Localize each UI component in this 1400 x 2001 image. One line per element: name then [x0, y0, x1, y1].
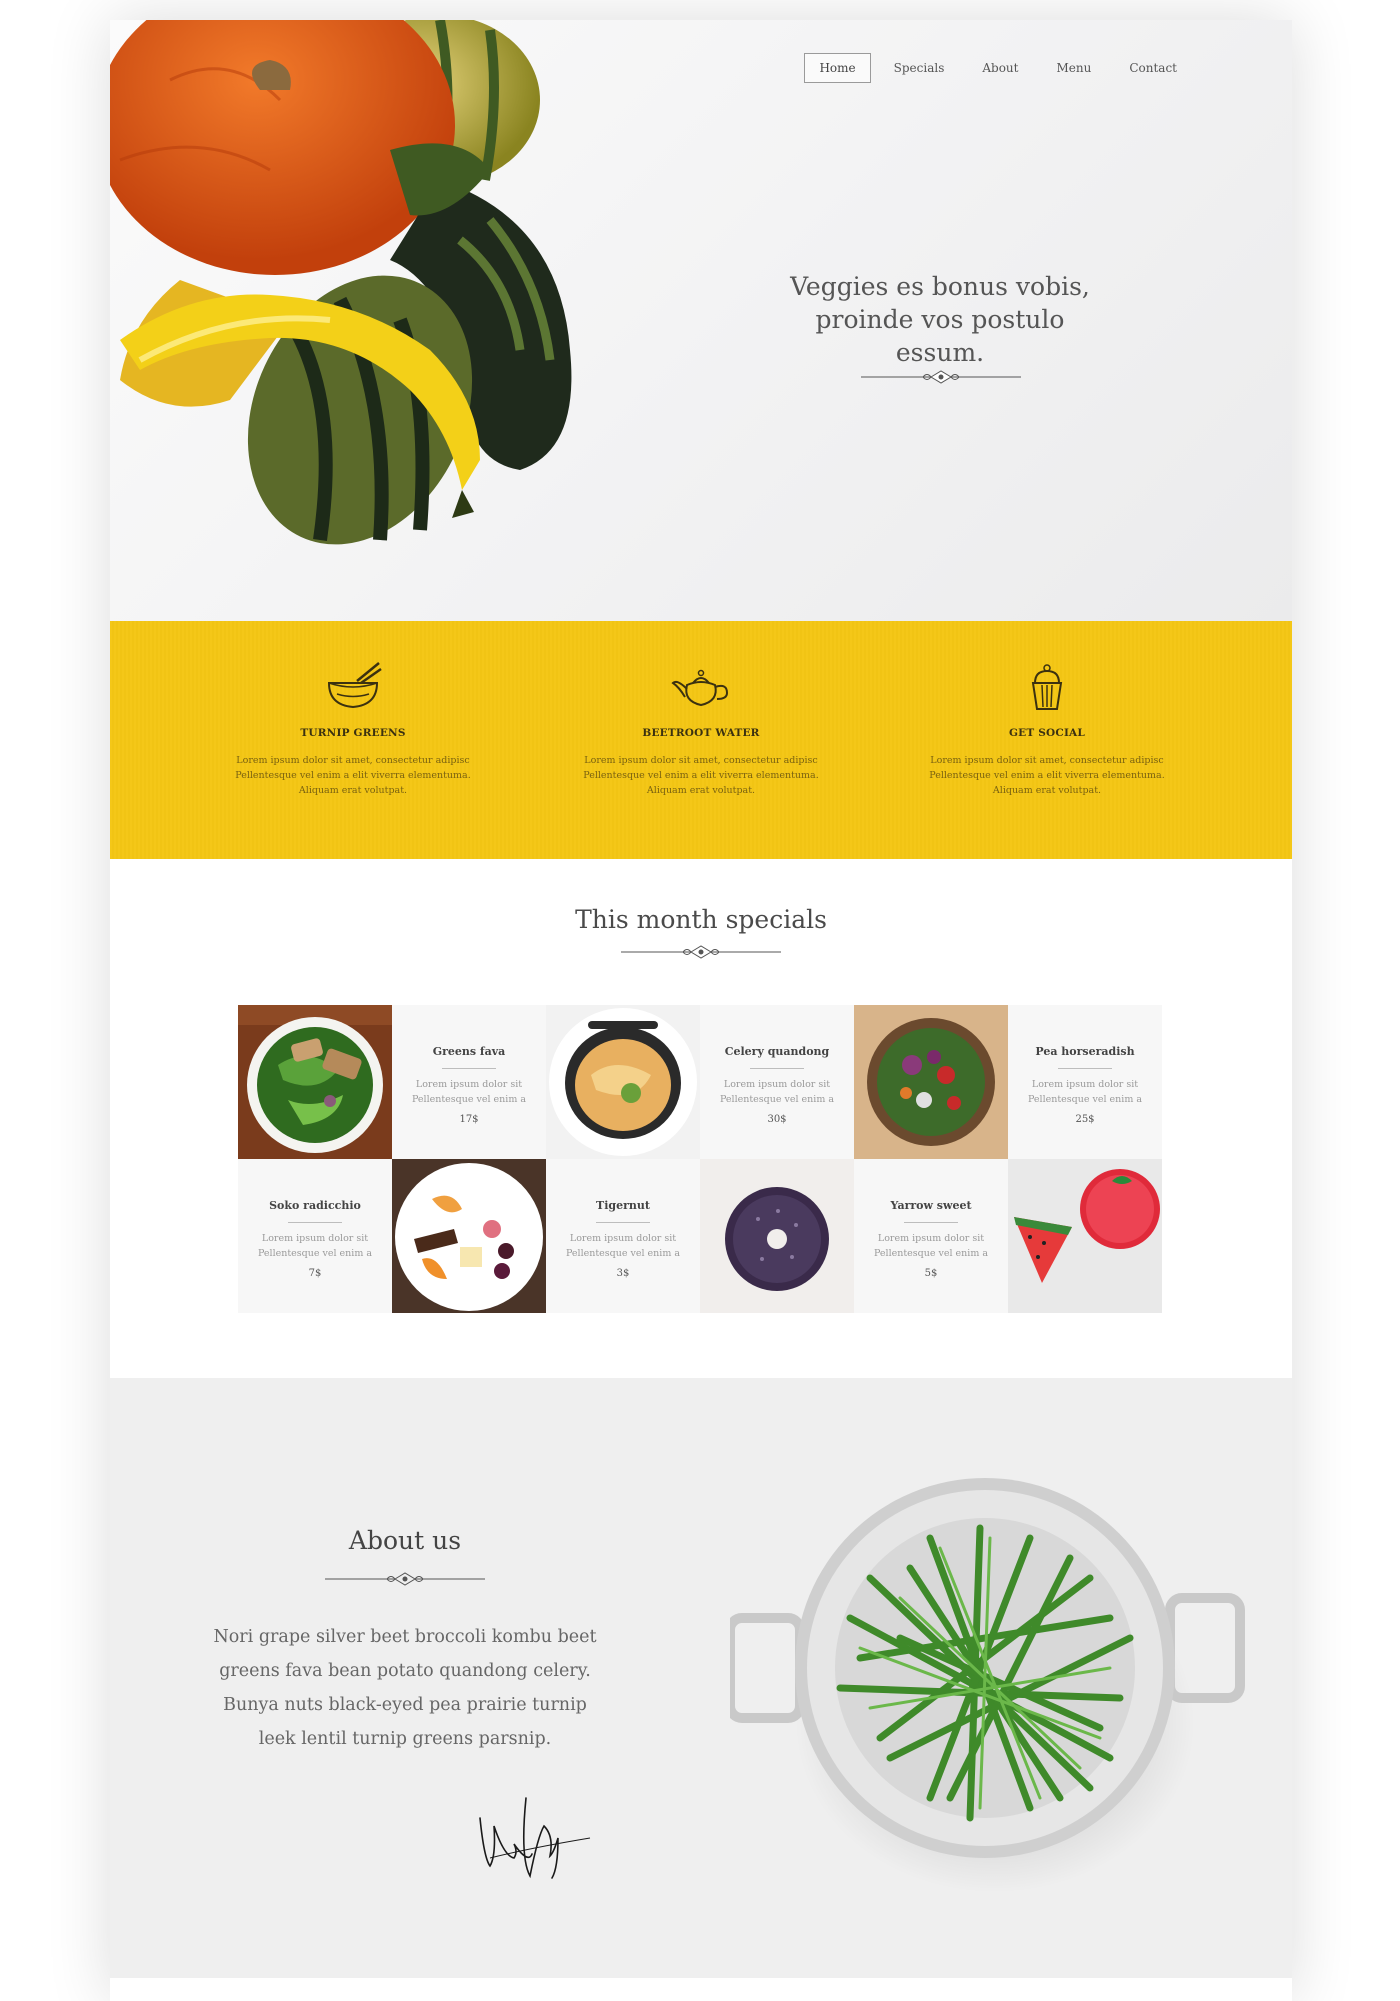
special-name: Soko radicchio — [269, 1199, 361, 1212]
special-price: 3$ — [616, 1268, 630, 1279]
special-price: 17$ — [459, 1114, 479, 1125]
feature-get-social: GET SOCIAL Lorem ipsum dolor sit amet, c… — [922, 621, 1172, 798]
special-description: Lorem ipsum dolor sit Pellentesque vel e… — [719, 1079, 835, 1105]
nav-contact[interactable]: Contact — [1114, 53, 1192, 83]
special-description: Lorem ipsum dolor sit Pellentesque vel e… — [257, 1233, 373, 1259]
special-divider — [750, 1068, 804, 1069]
special-photo-donut[interactable] — [700, 1159, 854, 1313]
about-text: Nori grape silver beet broccoli kombu be… — [213, 1627, 597, 1749]
specials-grid: Greens fava Lorem ipsum dolor sit Pellen… — [238, 1005, 1162, 1313]
hero-ornament-divider — [861, 370, 1021, 384]
feature-turnip-greens: TURNIP GREENS Lorem ipsum dolor sit amet… — [228, 621, 478, 798]
signature-image — [479, 1797, 591, 1879]
hero-vegetables-image — [110, 20, 572, 545]
special-card[interactable]: Soko radicchio Lorem ipsum dolor sit Pel… — [238, 1159, 392, 1313]
special-divider — [596, 1222, 650, 1223]
special-photo-salad[interactable] — [238, 1005, 392, 1159]
special-name: Yarrow sweet — [890, 1199, 972, 1212]
feature-title: GET SOCIAL — [1009, 727, 1085, 739]
special-divider — [904, 1222, 958, 1223]
hero-section: Home Specials About Menu Contact Veggies… — [110, 20, 1292, 621]
special-card[interactable]: Tigernut Lorem ipsum dolor sit Pellentes… — [546, 1159, 700, 1313]
hero-tagline-line1: Veggies es bonus vobis, — [790, 272, 1090, 301]
feature-title: BEETROOT WATER — [642, 727, 760, 739]
feature-description: Lorem ipsum dolor sit amet, consectetur … — [235, 755, 471, 796]
special-price: 25$ — [1075, 1114, 1095, 1125]
nav-menu[interactable]: Menu — [1041, 53, 1106, 83]
special-name: Greens fava — [432, 1045, 506, 1058]
special-photo-stew-pot[interactable] — [546, 1005, 700, 1159]
special-photo-dessert-plate[interactable] — [392, 1159, 546, 1313]
special-divider — [442, 1068, 496, 1069]
specials-title: This month specials — [575, 905, 827, 934]
special-photo-veg-bowl[interactable] — [854, 1005, 1008, 1159]
special-card[interactable]: Celery quandong Lorem ipsum dolor sit Pe… — [700, 1005, 854, 1159]
features-band: TURNIP GREENS Lorem ipsum dolor sit amet… — [110, 621, 1292, 859]
hero-tagline: Veggies es bonus vobis, proinde vos post… — [770, 270, 1110, 369]
feature-title: TURNIP GREENS — [300, 727, 406, 739]
special-card[interactable]: Yarrow sweet Lorem ipsum dolor sit Pelle… — [854, 1159, 1008, 1313]
special-name: Tigernut — [596, 1199, 650, 1212]
special-description: Lorem ipsum dolor sit Pellentesque vel e… — [873, 1233, 989, 1259]
colander-green-beans-image — [730, 1478, 1245, 1893]
main-nav: Home Specials About Menu Contact — [804, 53, 1192, 83]
special-description: Lorem ipsum dolor sit Pellentesque vel e… — [411, 1079, 527, 1105]
feature-description: Lorem ipsum dolor sit amet, consectetur … — [583, 755, 819, 796]
footer-strip — [110, 1978, 1292, 2001]
special-divider — [1058, 1068, 1112, 1069]
cupcake-icon — [1031, 664, 1063, 710]
about-section: About us Nori grape silver beet broccoli… — [110, 1378, 1292, 1978]
teapot-icon — [671, 669, 729, 707]
nav-home[interactable]: Home — [804, 53, 871, 83]
about-ornament-divider — [325, 1572, 485, 1586]
feature-beetroot-water: BEETROOT WATER Lorem ipsum dolor sit ame… — [576, 621, 826, 798]
special-card[interactable]: Greens fava Lorem ipsum dolor sit Pellen… — [392, 1005, 546, 1159]
special-name: Pea horseradish — [1035, 1045, 1135, 1058]
special-name: Celery quandong — [724, 1045, 830, 1058]
special-price: 7$ — [308, 1268, 322, 1279]
feature-description: Lorem ipsum dolor sit amet, consectetur … — [929, 755, 1165, 796]
specials-ornament-divider — [621, 945, 781, 959]
landing-page: Home Specials About Menu Contact Veggies… — [110, 20, 1292, 2001]
special-price: 5$ — [924, 1268, 938, 1279]
special-divider — [288, 1222, 342, 1223]
special-card[interactable]: Pea horseradish Lorem ipsum dolor sit Pe… — [1008, 1005, 1162, 1159]
hero-tagline-line2: proinde vos postulo essum. — [815, 305, 1065, 367]
special-price: 30$ — [767, 1114, 787, 1125]
nav-specials[interactable]: Specials — [879, 53, 960, 83]
about-title: About us — [348, 1526, 462, 1555]
rice-bowl-chopsticks-icon — [327, 662, 382, 709]
special-photo-watermelon-drink[interactable] — [1008, 1159, 1162, 1313]
special-description: Lorem ipsum dolor sit Pellentesque vel e… — [565, 1233, 681, 1259]
special-description: Lorem ipsum dolor sit Pellentesque vel e… — [1027, 1079, 1143, 1105]
nav-about[interactable]: About — [967, 53, 1033, 83]
